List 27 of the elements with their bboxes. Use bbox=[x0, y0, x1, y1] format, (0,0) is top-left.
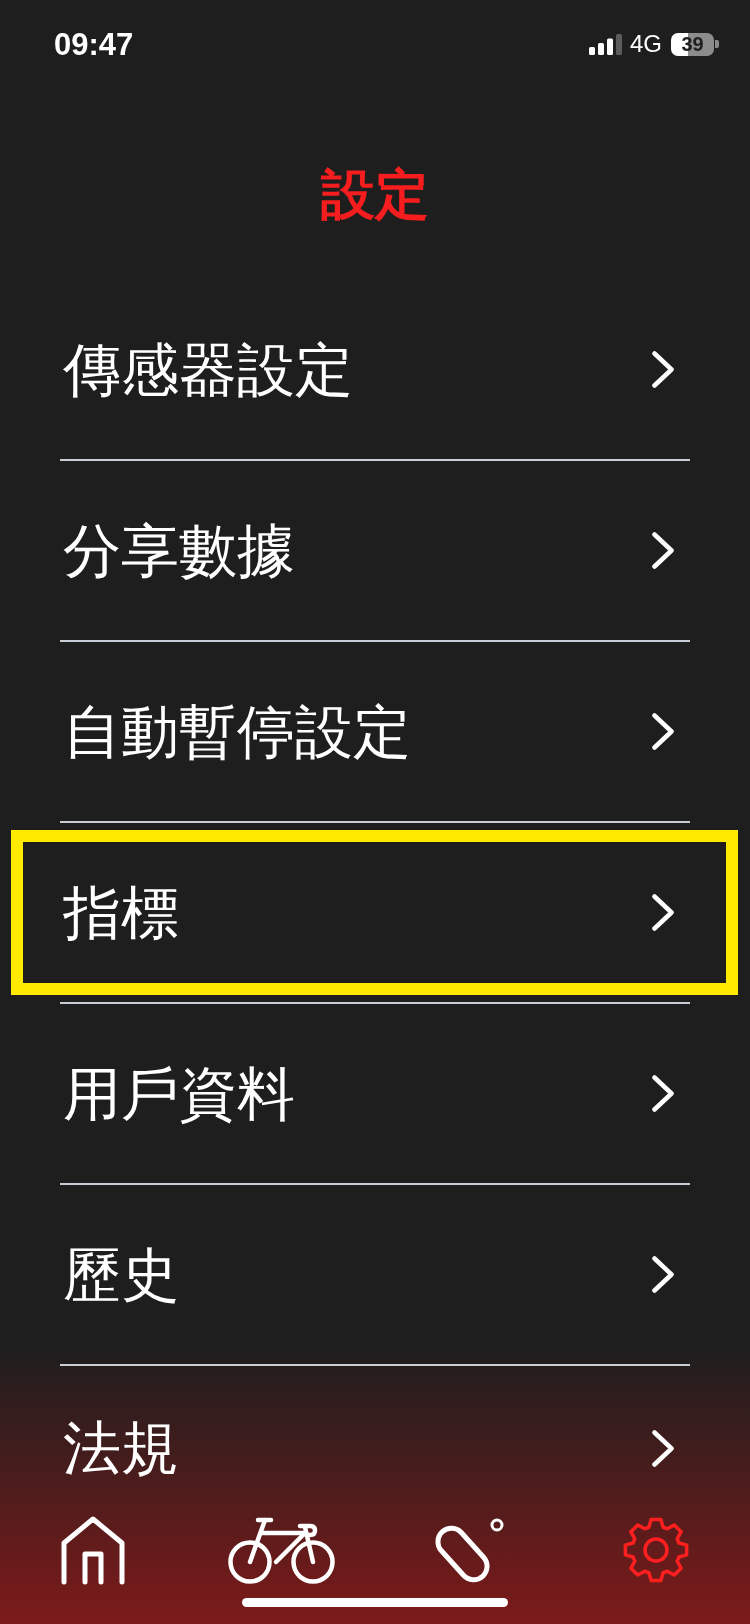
signal-icon bbox=[589, 33, 622, 55]
device-tab[interactable] bbox=[433, 1516, 505, 1585]
network-label: 4G bbox=[630, 32, 662, 56]
menu-item[interactable]: 指標 bbox=[11, 830, 738, 995]
status-time: 09:47 bbox=[54, 28, 134, 60]
capsule-icon bbox=[433, 1516, 505, 1585]
battery-tip-icon bbox=[715, 40, 719, 48]
page-title: 設定 bbox=[321, 168, 429, 222]
menu-item[interactable]: 分享數據 bbox=[11, 468, 738, 633]
menu-item[interactable]: 歷史 bbox=[11, 1192, 738, 1357]
settings-tab[interactable] bbox=[622, 1516, 690, 1585]
menu-item[interactable]: 傳感器設定 bbox=[11, 287, 738, 452]
house-icon bbox=[61, 1516, 125, 1585]
chevron-right-icon bbox=[652, 894, 674, 931]
chevron-right-icon bbox=[652, 713, 674, 750]
bicycle-icon bbox=[228, 1516, 335, 1585]
home-tab[interactable] bbox=[61, 1516, 125, 1585]
menu-item[interactable]: 用戶資料 bbox=[11, 1011, 738, 1176]
menu-item[interactable]: 自動暫停設定 bbox=[11, 649, 738, 814]
chevron-right-icon bbox=[652, 1429, 674, 1467]
chevron-right-icon bbox=[652, 532, 674, 569]
settings-icon bbox=[622, 1516, 690, 1585]
menu-item[interactable]: 法規 bbox=[11, 1393, 738, 1503]
chevron-right-icon bbox=[652, 351, 674, 388]
chevron-right-icon bbox=[652, 1075, 674, 1112]
bike-tab[interactable] bbox=[228, 1516, 335, 1585]
chevron-right-icon bbox=[652, 1256, 674, 1293]
